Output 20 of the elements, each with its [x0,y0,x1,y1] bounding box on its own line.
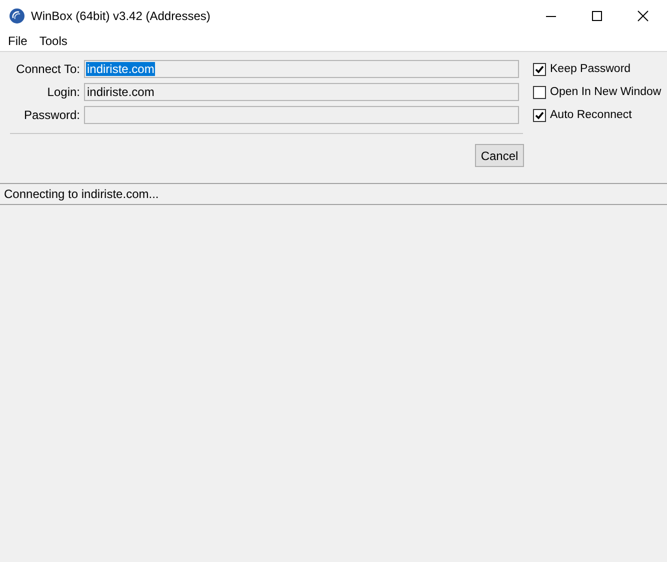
menu-item[interactable]: Tools [33,34,74,48]
app-logo-icon [9,8,25,24]
checkbox-label: Keep Password [550,63,631,75]
input-field[interactable]: indiriste.com [84,60,519,78]
input-field[interactable] [84,106,519,124]
checkbox[interactable] [533,86,546,98]
checkbox[interactable] [533,62,546,76]
field-label: Connect To: [15,62,81,76]
status-text: Connecting to indiriste.com... [4,187,159,201]
checkbox[interactable] [533,108,546,122]
input-field[interactable]: indiriste.com [84,83,519,101]
maximize-icon[interactable] [591,10,603,22]
checkbox-label: Open In New Window [550,86,662,98]
menu-item[interactable]: File [2,34,34,48]
checkbox-label: Auto Reconnect [550,109,632,121]
close-icon[interactable] [637,10,649,22]
window-title: WinBox (64bit) v3.42 (Addresses) [31,8,210,22]
field-label: Password: [22,108,81,122]
cancel-button[interactable]: Cancel [475,144,524,167]
field-label: Login: [46,85,81,99]
